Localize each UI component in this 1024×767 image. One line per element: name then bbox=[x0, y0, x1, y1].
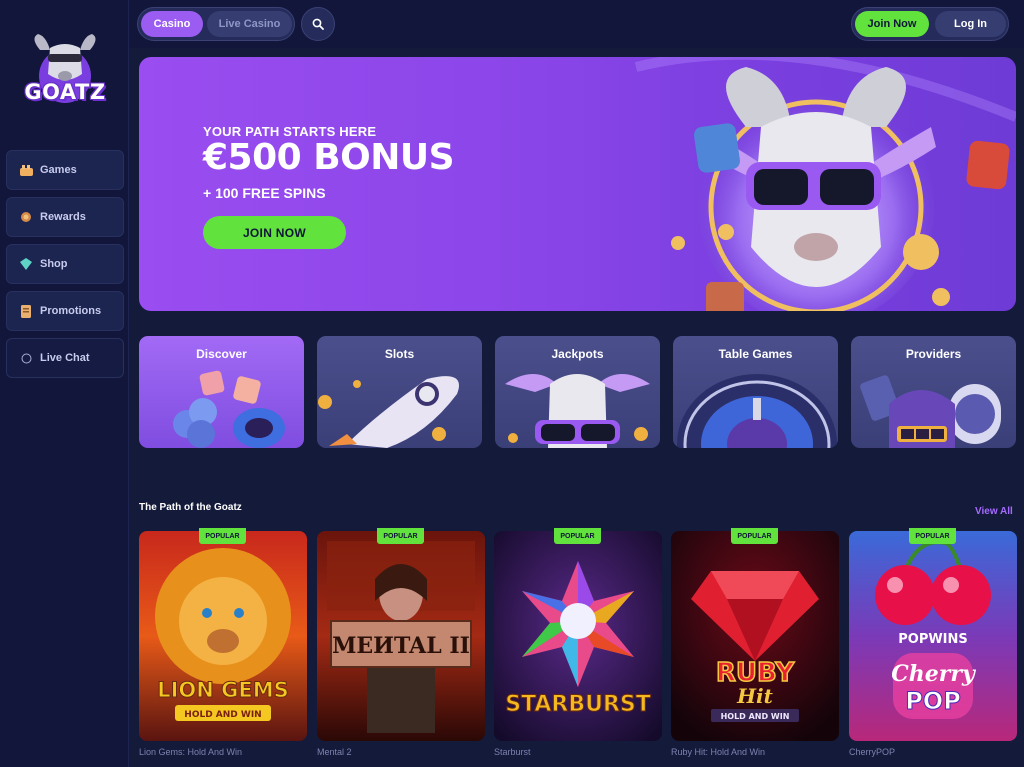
category-table-games[interactable]: Table Games bbox=[673, 336, 838, 448]
ruby-hit-artwork: RUBY Hit HOLD AND WIN bbox=[671, 531, 839, 741]
mental-2-logo-text: MEИTAL II bbox=[332, 633, 470, 659]
hero-join-button[interactable]: JOIN NOW bbox=[203, 216, 346, 249]
tab-live-casino[interactable]: Live Casino bbox=[207, 11, 292, 37]
goat-mascot-illustration bbox=[634, 57, 1016, 311]
sidebar-item-live-chat[interactable]: Live Chat bbox=[6, 338, 124, 378]
rocket-icon bbox=[318, 376, 459, 448]
brand-name: GOATZ bbox=[24, 80, 106, 104]
game-card-ruby-hit[interactable]: RUBY Hit HOLD AND WIN bbox=[671, 531, 839, 741]
shop-icon bbox=[19, 257, 33, 271]
lion-gems-artwork: LION GEMS HOLD AND WIN bbox=[139, 531, 307, 741]
casino-tabs: Casino Live Casino bbox=[137, 7, 295, 41]
game-card-cherrypop[interactable]: POPWINS Cherry POP bbox=[849, 531, 1017, 741]
hero-title: €500 BONUS bbox=[203, 137, 455, 178]
sidebar-item-games[interactable]: Games bbox=[6, 150, 124, 190]
mental-2-artwork: MEИTAL II bbox=[317, 531, 485, 741]
goat-icon bbox=[505, 374, 650, 448]
auth-buttons: Join Now Log In bbox=[851, 7, 1009, 41]
game-title[interactable]: CherryPOP bbox=[849, 747, 895, 757]
category-providers[interactable]: Providers bbox=[851, 336, 1016, 448]
game-card-starburst[interactable]: STARBURST bbox=[494, 531, 662, 741]
search-icon bbox=[312, 18, 324, 30]
category-label: Providers bbox=[905, 347, 962, 361]
cherrypop-logo-text: Cherry bbox=[891, 661, 977, 687]
tab-casino[interactable]: Casino bbox=[141, 11, 203, 37]
sidebar-item-label: Games bbox=[40, 164, 77, 176]
category-label: Slots bbox=[384, 347, 415, 361]
popular-badge: POPULAR bbox=[377, 528, 424, 544]
ruby-hit-logo-text-2: Hit bbox=[736, 684, 773, 708]
game-card-mental-2[interactable]: MEИTAL II bbox=[317, 531, 485, 741]
rewards-icon bbox=[19, 210, 33, 224]
cherrypop-provider-text: POPWINS bbox=[898, 632, 968, 647]
section-title: The Path of the Goatz bbox=[139, 502, 242, 513]
sidebar-item-label: Rewards bbox=[40, 211, 86, 223]
slot-machine-icon bbox=[860, 375, 1001, 448]
promotions-icon bbox=[19, 304, 33, 318]
hero-banner[interactable]: YOUR PATH STARTS HERE €500 BONUS + 100 F… bbox=[139, 57, 1016, 311]
popular-badge: POPULAR bbox=[199, 528, 246, 544]
sidebar-item-label: Promotions bbox=[40, 305, 102, 317]
popular-badge: POPULAR bbox=[731, 528, 778, 544]
cherrypop-logo-text-2: POP bbox=[905, 687, 961, 715]
game-title[interactable]: Ruby Hit: Hold And Win bbox=[671, 747, 765, 757]
category-discover[interactable]: Discover bbox=[139, 336, 304, 448]
game-list: LION GEMS HOLD AND WIN POPULAR Lion Gems… bbox=[139, 528, 1017, 767]
ruby-hit-sub-text: HOLD AND WIN bbox=[721, 712, 790, 721]
starburst-artwork: STARBURST bbox=[494, 531, 662, 741]
game-card-lion-gems[interactable]: LION GEMS HOLD AND WIN bbox=[139, 531, 307, 741]
game-title[interactable]: Lion Gems: Hold And Win bbox=[139, 747, 242, 757]
category-label: Table Games bbox=[718, 347, 793, 361]
category-jackpots[interactable]: Jackpots bbox=[495, 336, 660, 448]
category-slots[interactable]: Slots bbox=[317, 336, 482, 448]
popular-badge: POPULAR bbox=[554, 528, 601, 544]
view-all-link[interactable]: View All bbox=[975, 506, 1013, 517]
game-title[interactable]: Mental 2 bbox=[317, 747, 352, 757]
sidebar-item-shop[interactable]: Shop bbox=[6, 244, 124, 284]
popular-badge: POPULAR bbox=[909, 528, 956, 544]
lion-gems-sub-text: HOLD AND WIN bbox=[184, 710, 261, 720]
games-icon bbox=[19, 163, 33, 177]
category-label: Discover bbox=[196, 347, 247, 361]
cherrypop-artwork: POPWINS Cherry POP bbox=[849, 531, 1017, 741]
search-button[interactable] bbox=[301, 7, 335, 41]
sidebar-item-label: Shop bbox=[40, 258, 68, 270]
sidebar: GOATZ Games Rewards Shop Promotions Live… bbox=[0, 0, 129, 767]
roulette-icon bbox=[677, 374, 837, 448]
sidebar-item-label: Live Chat bbox=[40, 352, 90, 364]
sidebar-item-promotions[interactable]: Promotions bbox=[6, 291, 124, 331]
join-now-button[interactable]: Join Now bbox=[855, 11, 929, 37]
dice-chips-icon bbox=[173, 370, 285, 448]
game-title[interactable]: Starburst bbox=[494, 747, 531, 757]
top-bar: Casino Live Casino Join Now Log In bbox=[129, 0, 1024, 48]
lion-gems-logo-text: LION GEMS bbox=[157, 678, 289, 702]
category-tiles: Discover Slots Jackpots Table Games Prov… bbox=[139, 336, 1017, 449]
hero-subtitle: + 100 FREE SPINS bbox=[203, 185, 326, 201]
log-in-button[interactable]: Log In bbox=[935, 11, 1006, 37]
chat-icon bbox=[19, 351, 33, 365]
starburst-logo-text: STARBURST bbox=[505, 692, 651, 717]
sidebar-nav: Games Rewards Shop Promotions Live Chat bbox=[6, 150, 124, 385]
sidebar-item-rewards[interactable]: Rewards bbox=[6, 197, 124, 237]
category-label: Jackpots bbox=[551, 347, 604, 361]
